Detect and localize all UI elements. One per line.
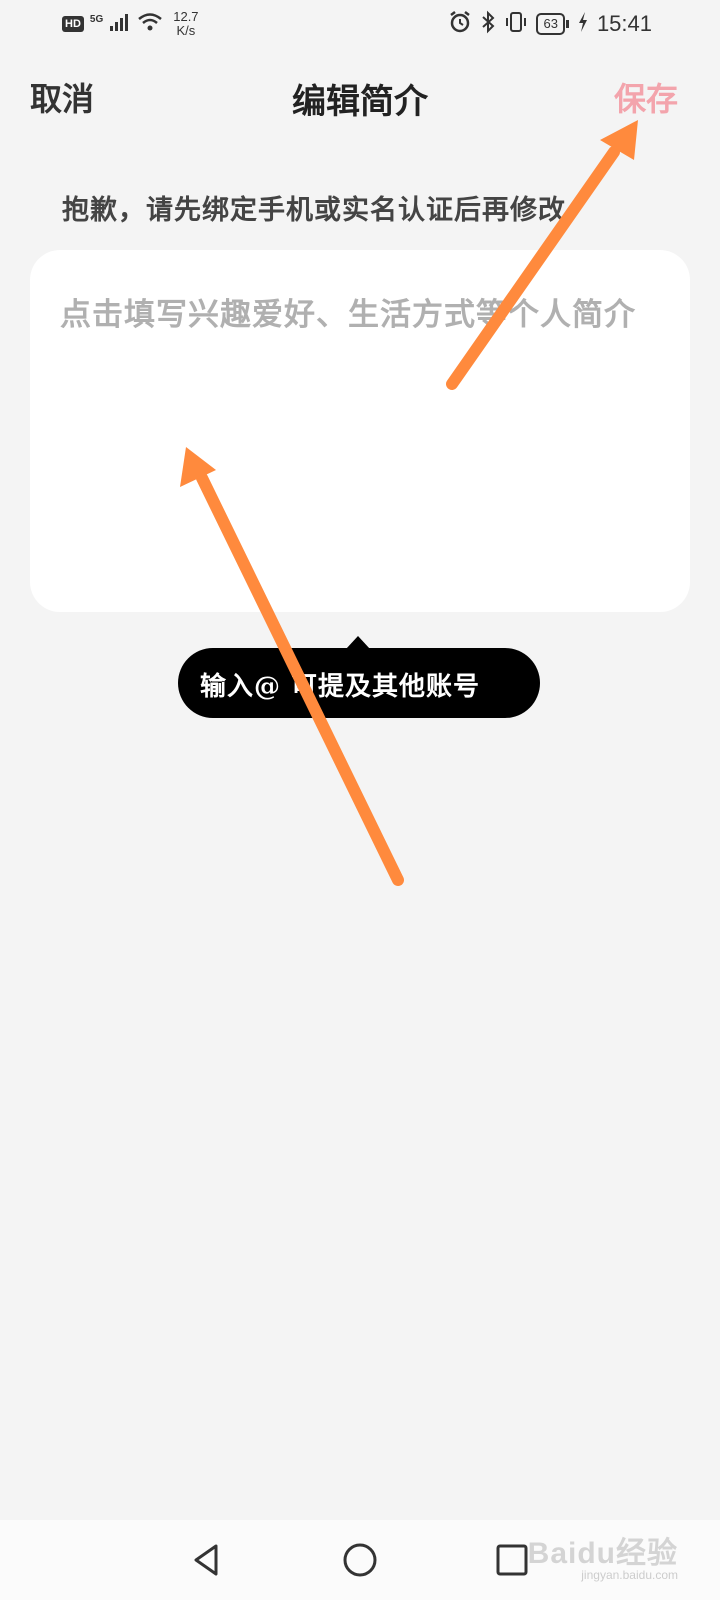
vibrate-icon xyxy=(504,10,528,38)
baidu-watermark: Baidu经验 jingyan.baidu.com xyxy=(528,1528,678,1582)
watermark-main: Baidu经验 xyxy=(527,1537,678,1570)
cancel-button[interactable]: 取消 xyxy=(30,74,94,120)
bio-placeholder: 点击填写兴趣爱好、生活方式等个人简介 xyxy=(60,297,636,333)
battery-level: 63 xyxy=(536,13,565,35)
speed-value: 12.7 xyxy=(173,9,199,24)
clock: 15:41 xyxy=(596,11,652,36)
mention-tooltip: 输入@ 可提及其他账号 xyxy=(178,636,540,718)
home-icon[interactable] xyxy=(340,1540,380,1580)
recent-apps-icon[interactable] xyxy=(492,1540,532,1580)
bluetooth-icon xyxy=(480,10,496,38)
charging-icon xyxy=(577,11,589,37)
annotation-arrows xyxy=(180,120,638,886)
notice-text: 抱歉，请先绑定手机或实名认证后再修改 xyxy=(62,195,566,226)
battery-icon: 63 xyxy=(536,13,569,35)
network-speed: 12.7 K/s xyxy=(173,10,198,38)
back-icon[interactable] xyxy=(188,1540,228,1580)
hd-badge: HD xyxy=(62,16,84,32)
save-button[interactable]: 保存 xyxy=(614,74,678,120)
top-nav: 取消 编辑简介 保存 xyxy=(0,68,720,128)
status-right: 63 15:41 xyxy=(448,10,652,38)
alarm-icon xyxy=(448,10,472,38)
status-bar: HD 5G 12.7 K/s 63 15:41 xyxy=(0,0,720,50)
signal-icon xyxy=(109,12,131,36)
watermark-sub: jingyan.baidu.com xyxy=(581,1568,678,1582)
wifi-icon xyxy=(137,12,163,36)
bio-textarea[interactable]: 点击填写兴趣爱好、生活方式等个人简介 xyxy=(30,250,690,612)
tooltip-text: 输入@ 可提及其他账号 xyxy=(200,672,481,702)
page-title: 编辑简介 xyxy=(292,82,428,122)
status-left: HD 5G 12.7 K/s xyxy=(62,10,199,38)
network-type: 5G xyxy=(89,13,104,25)
speed-unit: K/s xyxy=(176,23,196,38)
